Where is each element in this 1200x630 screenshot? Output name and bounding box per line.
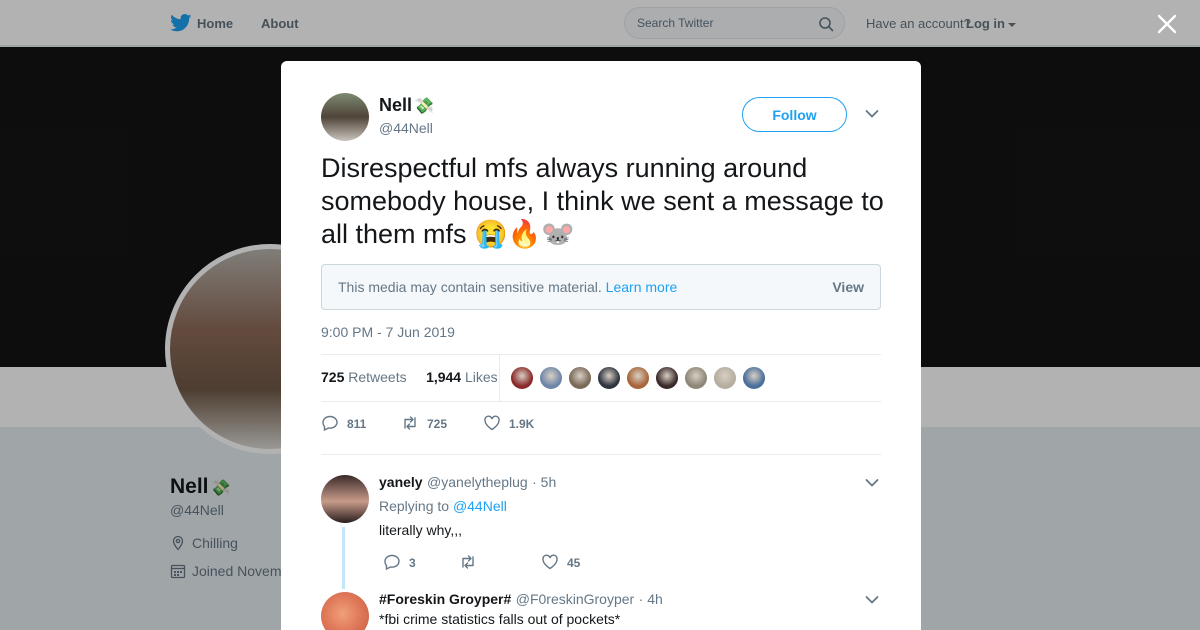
reply-action[interactable]: 811 xyxy=(321,414,366,434)
reply-icon xyxy=(384,554,400,571)
liker-avatar[interactable] xyxy=(742,366,766,390)
reply-author-name[interactable]: #Foreskin Groyper# xyxy=(379,591,511,607)
reply-time[interactable]: · 5h xyxy=(532,474,556,490)
reply-author-name[interactable]: yanely xyxy=(379,474,423,490)
retweets-stat[interactable]: 725 Retweets xyxy=(321,369,407,385)
replying-to-link[interactable]: @44Nell xyxy=(453,498,507,514)
reply-action[interactable]: 3 xyxy=(383,553,416,573)
reply-count: 811 xyxy=(347,417,367,431)
close-icon[interactable] xyxy=(1156,13,1178,35)
retweet-count: 725 xyxy=(427,417,448,431)
retweets-stat-label: Retweets xyxy=(348,369,407,385)
author-name-text: Nell xyxy=(379,95,413,115)
liker-avatar[interactable] xyxy=(539,366,563,390)
tweet-text: Disrespectful mfs always running around … xyxy=(321,153,884,249)
like-action[interactable]: 45 xyxy=(541,553,580,573)
liker-avatar[interactable] xyxy=(568,366,592,390)
chevron-down-icon[interactable] xyxy=(865,109,879,119)
tweet-modal: Nell 💸 @44Nell Follow Disrespectful mfs a… xyxy=(281,61,921,630)
like-count: 1.9K xyxy=(509,417,535,431)
author-name-emoji: 💸 xyxy=(414,98,434,115)
follow-button[interactable]: Follow xyxy=(742,97,847,132)
like-action[interactable]: 1.9K xyxy=(483,414,534,434)
author-name[interactable]: Nell 💸 xyxy=(379,95,434,116)
replying-to-prefix: Replying to xyxy=(379,498,450,514)
reply-header: yanely @yanelytheplug · 5h xyxy=(379,474,556,492)
tweet-stats: 725 Retweets 1,944 Likes xyxy=(321,369,498,385)
view-media-button[interactable]: View xyxy=(832,279,864,295)
reply-time[interactable]: · 4h xyxy=(639,591,663,607)
heart-icon xyxy=(542,554,558,570)
replying-to: Replying to @44Nell xyxy=(379,498,507,514)
reply-author-handle[interactable]: @F0reskinGroyper xyxy=(516,591,634,607)
author-handle[interactable]: @44Nell xyxy=(379,120,433,136)
replies-divider xyxy=(321,454,881,455)
likes-stat[interactable]: 1,944 Likes xyxy=(426,369,498,385)
retweet-action[interactable]: 725 xyxy=(401,414,447,434)
stats-separator xyxy=(499,355,500,401)
reply-avatar[interactable] xyxy=(321,592,369,630)
thread-line xyxy=(342,527,345,589)
liker-avatar[interactable] xyxy=(597,366,621,390)
reply-icon xyxy=(322,415,338,432)
heart-icon xyxy=(484,415,500,431)
stats-divider-top xyxy=(321,354,881,355)
reply-count: 3 xyxy=(409,556,416,570)
chevron-down-icon[interactable] xyxy=(865,478,879,488)
sensitive-media-notice: This media may contain sensitive materia… xyxy=(321,264,881,310)
reply-avatar[interactable] xyxy=(321,475,369,523)
liker-avatar[interactable] xyxy=(713,366,737,390)
reply-author-handle[interactable]: @yanelytheplug xyxy=(427,474,528,490)
author-avatar[interactable] xyxy=(321,93,369,141)
sensitive-media-text: This media may contain sensitive materia… xyxy=(338,279,677,295)
sensitive-media-message: This media may contain sensitive materia… xyxy=(338,279,602,295)
reply-text: *fbi crime statistics falls out of pocke… xyxy=(379,611,621,627)
chevron-down-icon[interactable] xyxy=(865,595,879,605)
retweet-icon xyxy=(462,555,474,569)
like-count: 45 xyxy=(567,556,581,570)
liker-avatar[interactable] xyxy=(510,366,534,390)
liker-avatar[interactable] xyxy=(626,366,650,390)
liker-avatar[interactable] xyxy=(655,366,679,390)
reply-text: literally why,,, xyxy=(379,522,462,538)
likes-stat-count: 1,944 xyxy=(426,369,462,385)
tweet-timestamp[interactable]: 9:00 PM - 7 Jun 2019 xyxy=(321,324,455,340)
liker-avatar[interactable] xyxy=(684,366,708,390)
reply-header: #Foreskin Groyper# @F0reskinGroyper · 4h xyxy=(379,591,663,609)
likes-stat-label: Likes xyxy=(465,369,498,385)
learn-more-link[interactable]: Learn more xyxy=(606,279,678,295)
retweet-icon xyxy=(404,416,416,430)
stats-divider-bottom xyxy=(321,401,881,402)
retweets-stat-count: 725 xyxy=(321,369,345,385)
retweet-action[interactable] xyxy=(459,553,485,573)
